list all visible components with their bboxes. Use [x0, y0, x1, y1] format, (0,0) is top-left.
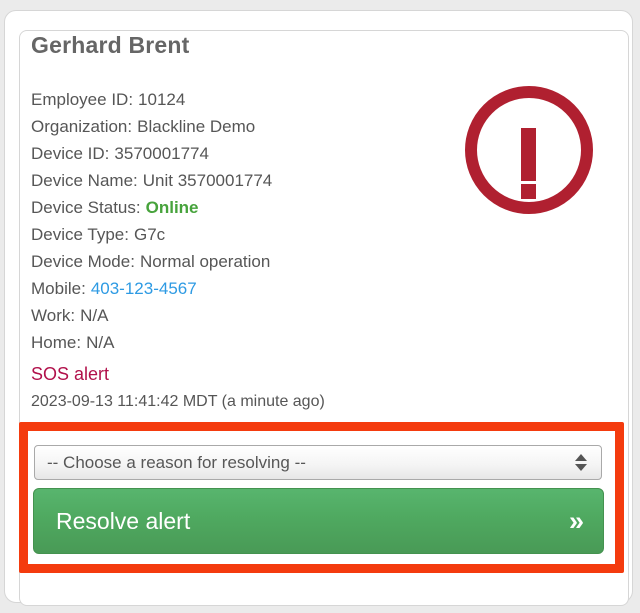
- resolve-alert-button-label: Resolve alert: [56, 507, 191, 534]
- info-row-device-type: Device Type: G7c: [31, 221, 272, 248]
- info-row-device-mode: Device Mode: Normal operation: [31, 248, 272, 275]
- info-value: Unit 3570001774: [142, 171, 273, 190]
- info-label: Work:: [31, 306, 76, 325]
- info-row-employee-id: Employee ID: 10124: [31, 86, 272, 113]
- double-chevron-right-icon: »: [568, 505, 584, 536]
- alert-timestamp: 2023-09-13 11:41:42 MDT (a minute ago): [31, 393, 325, 410]
- info-row-device-id: Device ID: 3570001774: [31, 140, 272, 167]
- info-value: G7c: [133, 225, 166, 244]
- info-value: 3570001774: [114, 144, 209, 163]
- info-label: Employee ID:: [31, 90, 134, 109]
- alert-type-label: SOS alert: [31, 364, 110, 384]
- resolve-reason-select[interactable]: -- Choose a reason for resolving --: [34, 445, 602, 480]
- info-row-organization: Organization: Blackline Demo: [31, 113, 272, 140]
- info-value: N/A: [80, 306, 109, 325]
- exclamation-bar: [521, 128, 536, 181]
- info-row-home: Home: N/A: [31, 329, 272, 356]
- info-label: Mobile:: [31, 279, 86, 298]
- info-value: Blackline Demo: [137, 117, 256, 136]
- info-value: 10124: [138, 90, 186, 109]
- info-label: Device Mode:: [31, 252, 135, 271]
- select-spinner-icon: [575, 454, 587, 471]
- info-row-work: Work: N/A: [31, 302, 272, 329]
- info-label: Home:: [31, 333, 82, 352]
- info-row-mobile: Mobile: 403-123-4567: [31, 275, 272, 302]
- info-value: Normal operation: [139, 252, 271, 271]
- exclamation-dot: [521, 184, 536, 199]
- info-label: Device ID:: [31, 144, 110, 163]
- info-row-device-status: Device Status: Online: [31, 194, 272, 221]
- info-label: Device Status:: [31, 198, 141, 217]
- info-label: Device Name:: [31, 171, 138, 190]
- resolve-reason-select-value: -- Choose a reason for resolving --: [47, 452, 306, 472]
- device-status-online-badge: Online: [145, 198, 199, 217]
- info-value: N/A: [86, 333, 115, 352]
- info-label: Organization:: [31, 117, 133, 136]
- info-row-device-name: Device Name: Unit 3570001774: [31, 167, 272, 194]
- info-label: Device Type:: [31, 225, 129, 244]
- mobile-phone-link[interactable]: 403-123-4567: [91, 279, 197, 298]
- resolve-alert-button[interactable]: Resolve alert »: [33, 488, 604, 554]
- sos-exclamation-circle-icon: [465, 86, 593, 214]
- employee-info-block: Employee ID: 10124 Organization: Blackline…: [31, 86, 272, 356]
- employee-name-title: Gerhard Brent: [31, 32, 190, 58]
